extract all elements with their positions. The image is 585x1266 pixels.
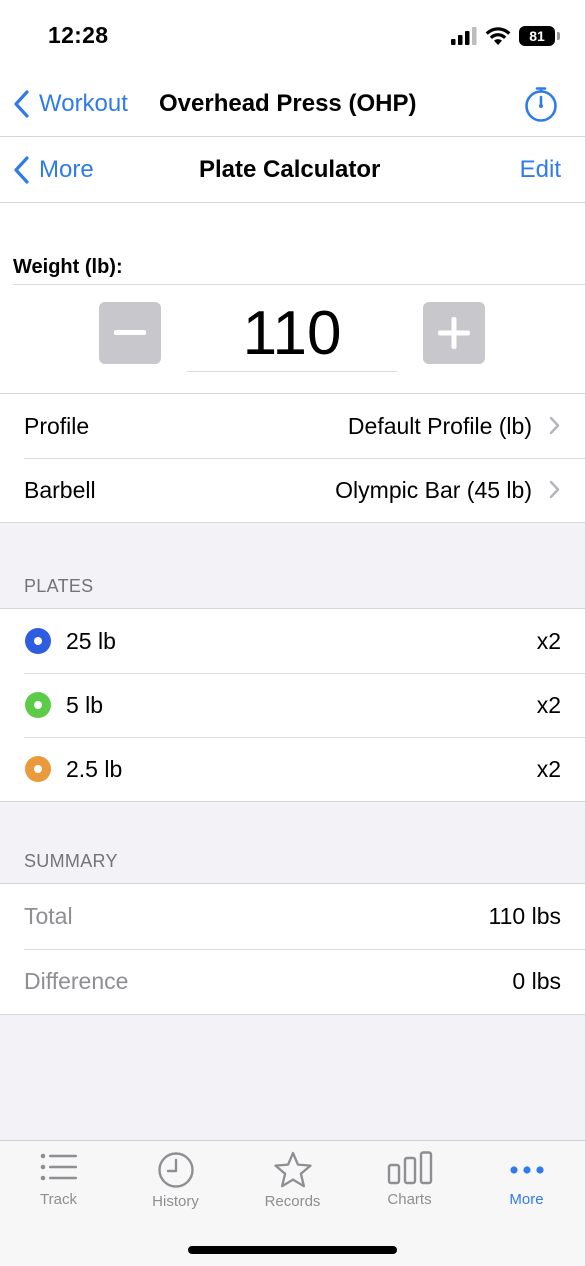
list-icon <box>40 1153 77 1181</box>
total-label: Total <box>24 903 73 929</box>
status-icons: 81 <box>451 26 560 46</box>
plus-icon <box>438 317 470 349</box>
clock-icon <box>157 1152 194 1188</box>
profile-row[interactable]: Profile Default Profile (lb) <box>0 394 585 458</box>
plate-count: x2 <box>536 627 561 654</box>
plate-weight: 25 lb <box>66 627 116 654</box>
tab-track-label: Track <box>40 1191 77 1208</box>
plate-color-dot <box>25 692 51 718</box>
profile-value: Default Profile (lb) <box>347 412 532 439</box>
difference-row: Difference 0 lbs <box>0 949 585 1014</box>
edit-button[interactable]: Edit <box>520 137 561 202</box>
chevron-right-icon <box>549 416 560 435</box>
total-value: 110 lbs <box>488 903 561 929</box>
battery-indicator: 81 <box>519 26 560 46</box>
difference-label: Difference <box>24 968 129 994</box>
tab-history-label: History <box>152 1193 199 1210</box>
stopwatch-icon <box>525 87 557 122</box>
workout-back-label: Workout <box>39 90 128 117</box>
plate-color-dot <box>25 628 51 654</box>
plate-count: x2 <box>536 691 561 718</box>
summary-header: SUMMARY <box>24 851 118 871</box>
ellipsis-icon <box>509 1166 544 1174</box>
weight-input[interactable]: 110 <box>187 295 397 372</box>
star-icon <box>273 1151 312 1188</box>
barbell-label: Barbell <box>24 476 96 503</box>
calculator-nav-bar: More Plate Calculator Edit <box>0 137 585 203</box>
plate-row: 2.5 lb x2 <box>0 737 585 801</box>
workout-nav-bar: Workout Overhead Press (OHP) <box>0 72 585 137</box>
tab-charts[interactable]: Charts <box>351 1151 468 1208</box>
profile-label: Profile <box>24 412 90 439</box>
weight-divider <box>13 284 585 285</box>
tab-records[interactable]: Records <box>234 1151 351 1210</box>
decrement-button[interactable] <box>99 302 161 364</box>
difference-value: 0 lbs <box>512 968 561 994</box>
plate-color-dot <box>25 756 51 782</box>
plate-weight: 5 lb <box>66 691 104 718</box>
barbell-row[interactable]: Barbell Olympic Bar (45 lb) <box>0 458 585 522</box>
chevron-right-icon <box>549 480 560 499</box>
page-title: Plate Calculator <box>199 155 381 183</box>
minus-icon <box>114 330 146 335</box>
plates-header: PLATES <box>24 576 94 596</box>
timer-button[interactable] <box>524 72 558 136</box>
home-indicator <box>188 1246 397 1254</box>
settings-group: Profile Default Profile (lb) Barbell Oly… <box>0 393 585 523</box>
status-bar: 12:28 81 <box>0 0 585 72</box>
status-time: 12:28 <box>48 22 109 48</box>
plate-weight: 2.5 lb <box>66 755 123 782</box>
tab-more-label: More <box>509 1191 544 1208</box>
chevron-left-icon <box>14 155 29 184</box>
barbell-value: Olympic Bar (45 lb) <box>335 476 532 503</box>
tab-records-label: Records <box>264 1193 321 1210</box>
plate-row: 25 lb x2 <box>0 609 585 673</box>
plate-row: 5 lb x2 <box>0 673 585 737</box>
increment-button[interactable] <box>423 302 485 364</box>
bar-chart-icon <box>387 1151 432 1185</box>
chevron-left-icon <box>14 90 29 118</box>
tab-more[interactable]: More <box>468 1151 585 1208</box>
plates-list: 25 lb x2 5 lb x2 2.5 lb x2 <box>0 608 585 802</box>
plate-count: x2 <box>536 755 561 782</box>
summary-list: Total 110 lbs Difference 0 lbs <box>0 883 585 1015</box>
workout-back-button[interactable]: Workout <box>13 72 128 136</box>
wifi-icon <box>485 26 511 45</box>
tab-history[interactable]: History <box>117 1151 234 1210</box>
weight-section: Weight (lb): 110 <box>0 203 585 394</box>
more-back-label: More <box>39 155 94 183</box>
total-row: Total 110 lbs <box>0 884 585 949</box>
tab-charts-label: Charts <box>387 1191 432 1208</box>
more-back-button[interactable]: More <box>13 137 94 202</box>
cellular-signal-icon <box>451 27 477 45</box>
tab-track[interactable]: Track <box>0 1151 117 1208</box>
workout-title: Overhead Press (OHP) <box>159 90 417 117</box>
weight-label: Weight (lb): <box>13 256 123 278</box>
